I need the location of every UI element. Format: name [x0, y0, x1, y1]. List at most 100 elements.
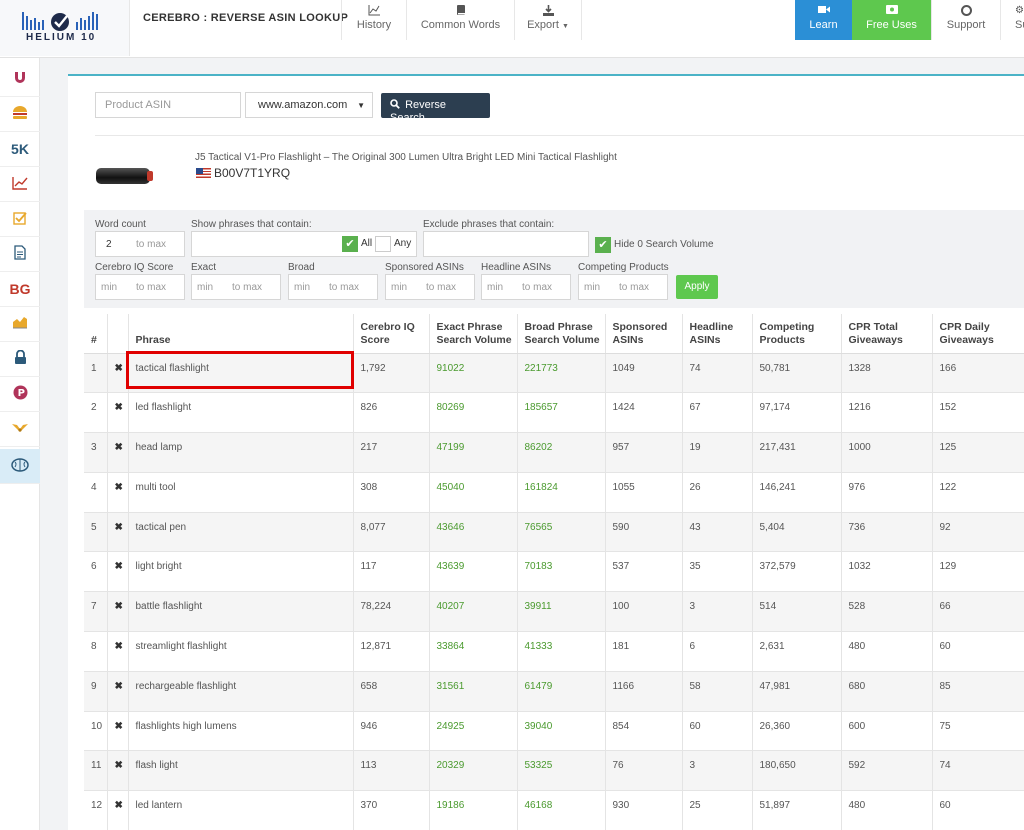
word-count-range[interactable]: 2 to max	[95, 231, 185, 257]
competing-range[interactable]: min to max	[578, 274, 668, 300]
remove-phrase-icon[interactable]: ✖	[107, 671, 129, 712]
remove-phrase-icon[interactable]: ✖	[107, 790, 129, 830]
rail-bg[interactable]: BG	[0, 272, 40, 307]
iq-min[interactable]: min	[101, 282, 117, 293]
rail-area-chart[interactable]	[0, 307, 40, 342]
remove-phrase-icon[interactable]: ✖	[107, 472, 129, 513]
rail-hamburger[interactable]	[0, 97, 40, 132]
broad-max[interactable]: to max	[329, 282, 359, 293]
broad-range[interactable]: min to max	[288, 274, 378, 300]
phrase-cell[interactable]: battle flashlight	[128, 591, 354, 633]
col-header-cpr-daily[interactable]: CPR Daily Giveaways	[932, 314, 1024, 354]
rail-brain[interactable]	[0, 449, 40, 484]
rail-magnet[interactable]	[0, 62, 40, 97]
helium10-logo[interactable]: HELIUM 10	[0, 0, 130, 56]
table-row[interactable]: 3 ✖ head lamp 217 47199 86202 957 19 217,431 1000…	[84, 432, 1024, 473]
table-row[interactable]: 7 ✖ battle flashlight 78,224 40207 39911 100 3 5…	[84, 591, 1024, 633]
competing-min[interactable]: min	[584, 282, 600, 293]
rail-p[interactable]: P	[0, 377, 40, 412]
exact-max[interactable]: to max	[232, 282, 262, 293]
export-button[interactable]: Export ▼	[514, 0, 582, 40]
headline-min[interactable]: min	[487, 282, 503, 293]
rail-trend-chart[interactable]	[0, 167, 40, 202]
broad-min[interactable]: min	[294, 282, 310, 293]
remove-phrase-icon[interactable]: ✖	[107, 392, 129, 434]
free-uses-button[interactable]: Free Uses	[852, 0, 931, 40]
phrase-cell[interactable]: tactical pen	[128, 512, 354, 553]
support-button[interactable]: Support	[931, 0, 1000, 40]
phrase-cell[interactable]: led flashlight	[128, 392, 354, 434]
product-asin-input[interactable]: Product ASIN	[95, 92, 241, 118]
table-row[interactable]: 2 ✖ led flashlight 826 80269 185657 1424 67 97,1…	[84, 392, 1024, 434]
competing-products-cell: 180,650	[752, 750, 842, 792]
word-count-max[interactable]: to max	[136, 239, 166, 250]
remove-phrase-icon[interactable]: ✖	[107, 631, 129, 672]
col-header-sponsored-asins[interactable]: Sponsored ASINs	[605, 314, 683, 354]
table-row[interactable]: 4 ✖ multi tool 308 45040 161824 1055 26 146,241 9…	[84, 472, 1024, 513]
col-header-cpr-total[interactable]: CPR Total Giveaways	[841, 314, 933, 354]
table-row[interactable]: 5 ✖ tactical pen 8,077 43646 76565 590 43 5,404 7…	[84, 512, 1024, 553]
all-checkbox[interactable]: ✔	[342, 236, 358, 252]
remove-phrase-icon[interactable]: ✖	[107, 591, 129, 633]
remove-phrase-icon[interactable]: ✖	[107, 432, 129, 473]
marketplace-select[interactable]: www.amazon.com ▼	[245, 92, 373, 118]
settings-button[interactable]: ⚙ Su	[1000, 0, 1024, 40]
all-label: All	[361, 238, 373, 249]
rail-lock[interactable]	[0, 342, 40, 377]
word-count-min[interactable]: 2	[106, 239, 112, 250]
col-header-phrase[interactable]: Phrase	[128, 314, 354, 354]
history-button[interactable]: History	[341, 0, 406, 40]
row-number: 6	[84, 551, 108, 593]
rail-document[interactable]	[0, 237, 40, 272]
sponsored-max[interactable]: to max	[426, 282, 456, 293]
reverse-search-button[interactable]: Reverse Search	[381, 93, 490, 124]
common-words-button[interactable]: Common Words	[406, 0, 514, 40]
sponsored-range[interactable]: min to max	[385, 274, 475, 300]
phrase-cell[interactable]: light bright	[128, 551, 354, 593]
remove-phrase-icon[interactable]: ✖	[107, 512, 129, 553]
phrase-cell[interactable]: rechargeable flashlight	[128, 671, 354, 712]
phrase-cell[interactable]: flashlights high lumens	[128, 711, 354, 752]
exact-min[interactable]: min	[197, 282, 213, 293]
headline-range[interactable]: min to max	[481, 274, 571, 300]
table-row[interactable]: 8 ✖ streamlight flashlight 12,871 33864 41333…	[84, 631, 1024, 672]
phrase-cell[interactable]: flash light	[128, 750, 354, 792]
table-row[interactable]: 6 ✖ light bright 117 43639 70183 537 35 372,579 1…	[84, 551, 1024, 593]
remove-phrase-icon[interactable]: ✖	[107, 711, 129, 752]
col-header-competing-products[interactable]: Competing Products	[752, 314, 842, 354]
col-header-iq-score[interactable]: Cerebro IQ Score	[353, 314, 430, 354]
table-row[interactable]: 11 ✖ flash light 113 20329 53325 76 3 180,650 592…	[84, 750, 1024, 792]
phrase-cell[interactable]: multi tool	[128, 472, 354, 513]
table-row[interactable]: 10 ✖ flashlights high lumens 946 24925 39040 8…	[84, 711, 1024, 752]
remove-phrase-icon[interactable]: ✖	[107, 353, 129, 394]
learn-button[interactable]: Learn	[795, 0, 852, 40]
exclude-phrases-input[interactable]	[423, 231, 589, 257]
exact-range[interactable]: min to max	[191, 274, 281, 300]
rail-checklist[interactable]	[0, 202, 40, 237]
remove-phrase-icon[interactable]: ✖	[107, 551, 129, 593]
phrase-cell[interactable]: streamlight flashlight	[128, 631, 354, 672]
phrase-cell[interactable]: head lamp	[128, 432, 354, 473]
sponsored-min[interactable]: min	[391, 282, 407, 293]
product-title[interactable]: J5 Tactical V1-Pro Flashlight – The Orig…	[195, 152, 617, 163]
table-row[interactable]: 9 ✖ rechargeable flashlight 658 31561 61479 11…	[84, 671, 1024, 712]
iq-score-range[interactable]: min to max	[95, 274, 185, 300]
col-header-broad-volume[interactable]: Broad Phrase Search Volume	[517, 314, 606, 354]
col-header-exact-volume[interactable]: Exact Phrase Search Volume	[429, 314, 518, 354]
remove-phrase-icon[interactable]: ✖	[107, 750, 129, 792]
col-header-headline-asins[interactable]: Headline ASINs	[682, 314, 753, 354]
hide-zero-checkbox[interactable]: ✔	[595, 237, 611, 253]
phrase-cell[interactable]: led lantern	[128, 790, 354, 830]
free-uses-label: Free Uses	[866, 19, 917, 31]
exact-volume-cell: 31561	[429, 671, 518, 712]
competing-max[interactable]: to max	[619, 282, 649, 293]
any-checkbox[interactable]	[375, 236, 391, 252]
iq-max[interactable]: to max	[136, 282, 166, 293]
apply-button[interactable]: Apply	[676, 275, 718, 299]
headline-max[interactable]: to max	[522, 282, 552, 293]
rail-wings[interactable]	[0, 412, 40, 447]
col-header-rank[interactable]: #	[84, 314, 108, 354]
rail-5k[interactable]: 5K	[0, 132, 40, 167]
product-image[interactable]	[96, 168, 153, 184]
table-row[interactable]: 12 ✖ led lantern 370 19186 46168 930 25 51,897 48…	[84, 790, 1024, 830]
